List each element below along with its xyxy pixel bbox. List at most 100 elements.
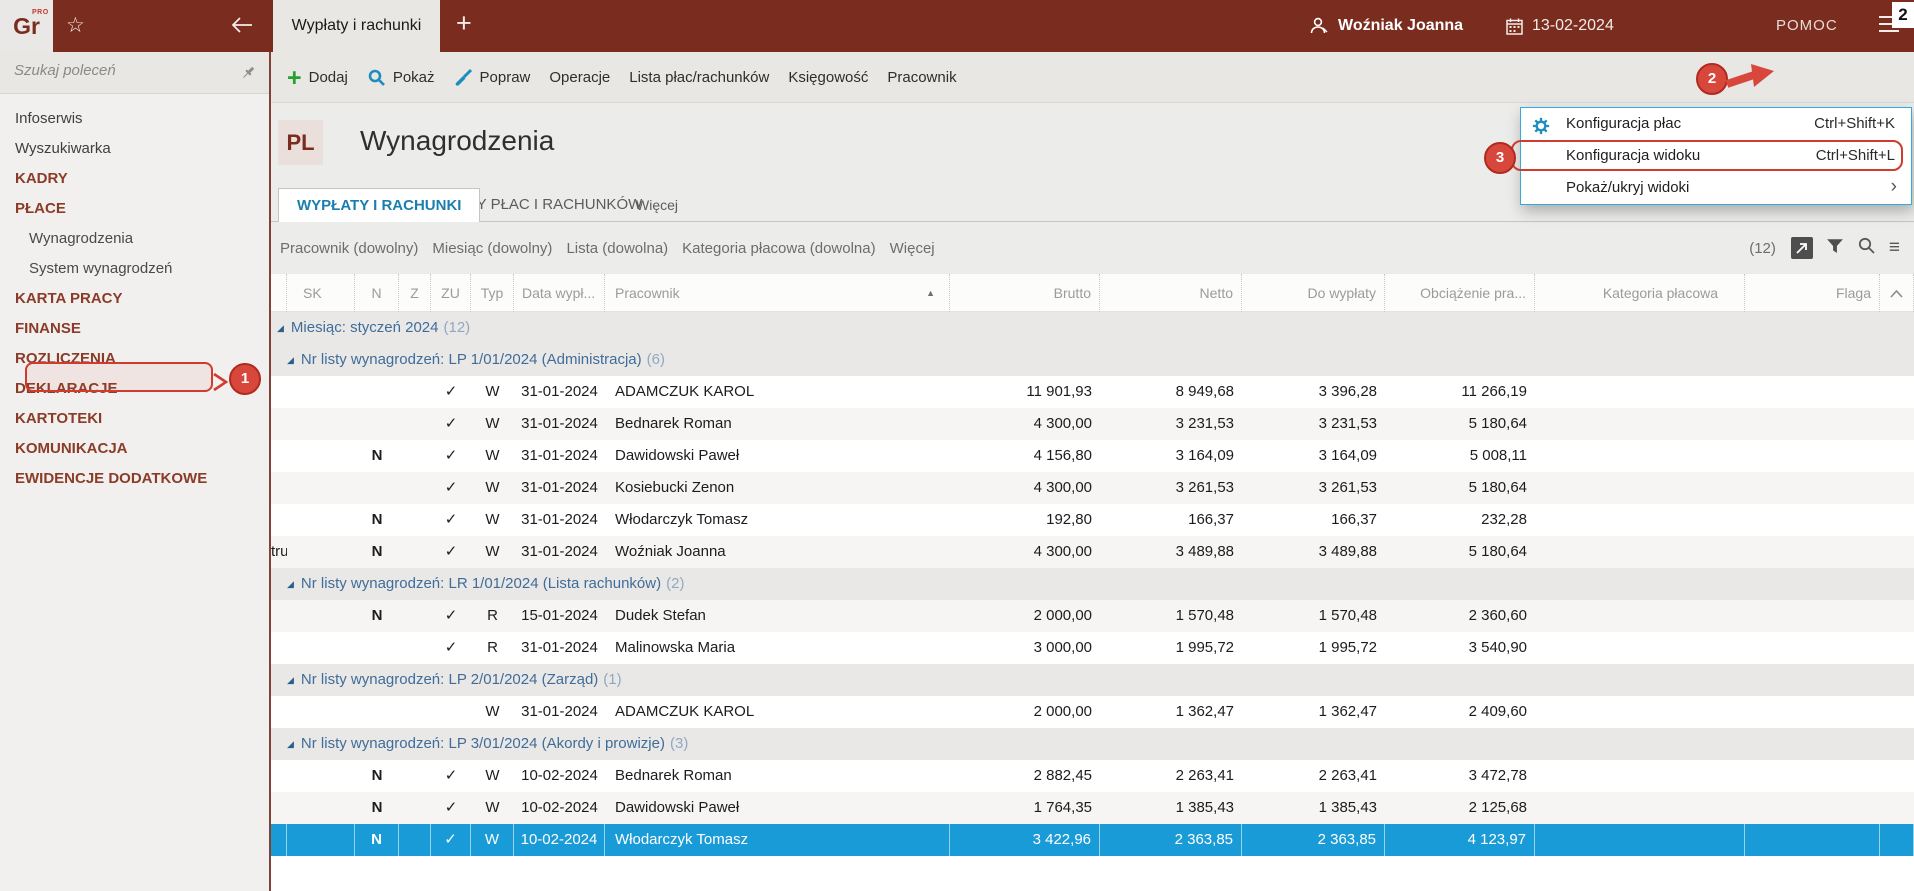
column-header-typ[interactable]: Typ bbox=[471, 274, 514, 312]
cell-n: N bbox=[355, 792, 399, 824]
column-header-obciazenie[interactable]: Obciążenie pra... bbox=[1385, 274, 1535, 312]
collapse-triangle-icon[interactable]: ◢ bbox=[287, 344, 294, 376]
cell-scroll bbox=[1880, 632, 1914, 664]
table-row-dudek-stefan[interactable]: N✓R15-01-2024Dudek Stefan2 000,001 570,4… bbox=[271, 600, 1914, 632]
toolbar-button-lista-płac-rachunków[interactable]: Lista płac/rachunków bbox=[629, 69, 769, 86]
table-row-włodarczyk-tomasz[interactable]: N✓W31-01-2024Włodarczyk Tomasz192,80166,… bbox=[271, 504, 1914, 536]
sidebar-item-kartoteki[interactable]: KARTOTEKI bbox=[0, 404, 269, 434]
column-header-scroll[interactable] bbox=[1880, 274, 1914, 312]
cell-kategoria bbox=[1535, 408, 1745, 440]
sidebar-item-wyszukiwarka[interactable]: Wyszukiwarka bbox=[0, 134, 269, 164]
pin-icon[interactable] bbox=[240, 64, 257, 86]
collapse-triangle-icon[interactable]: ◢ bbox=[287, 568, 294, 600]
collapse-triangle-icon[interactable]: ◢ bbox=[287, 728, 294, 760]
logo-pro-text: PRO bbox=[32, 9, 49, 16]
current-user[interactable]: Woźniak Joanna bbox=[1308, 0, 1463, 52]
toolbar-button-dodaj[interactable]: +Dodaj bbox=[287, 68, 348, 88]
window-tab-wyplaty[interactable]: Wypłaty i rachunki bbox=[273, 0, 440, 52]
column-header-sk[interactable]: SK bbox=[287, 274, 355, 312]
filter-1[interactable]: Miesiąc (dowolny) bbox=[432, 240, 552, 257]
help-menu[interactable]: POMOC bbox=[1776, 0, 1838, 52]
list-icon[interactable]: ≡ bbox=[1889, 237, 1900, 259]
sidebar-item-karta-pracy[interactable]: KARTA PRACY bbox=[0, 284, 269, 314]
sidebar-item-płace[interactable]: PŁACE bbox=[0, 194, 269, 224]
toolbar-button-popraw[interactable]: Popraw bbox=[454, 68, 531, 87]
toolbar-button-operacje[interactable]: Operacje bbox=[549, 69, 610, 86]
back-arrow-icon[interactable] bbox=[230, 15, 254, 40]
table-row-dawidowski-paweł[interactable]: N✓W31-01-2024Dawidowski Paweł4 156,803 1… bbox=[271, 440, 1914, 472]
table-row-bednarek-roman[interactable]: N✓W10-02-2024Bednarek Roman2 882,452 263… bbox=[271, 760, 1914, 792]
sidebar-item-ewidencje-dodatkowe[interactable]: EWIDENCJE DODATKOWE bbox=[0, 464, 269, 494]
group-row[interactable]: ◢Nr listy wynagrodzeń: LP 2/01/2024 (Zar… bbox=[271, 664, 1914, 696]
filter-4[interactable]: Więcej bbox=[890, 240, 935, 257]
table-row-dawidowski-paweł[interactable]: N✓W10-02-2024Dawidowski Paweł1 764,351 3… bbox=[271, 792, 1914, 824]
group-row[interactable]: ◢Nr listy wynagrodzeń: LP 3/01/2024 (Ako… bbox=[271, 728, 1914, 760]
sidebar-item-infoserwis[interactable]: Infoserwis bbox=[0, 104, 269, 134]
toolbar-button-pokaż[interactable]: Pokaż bbox=[367, 68, 435, 87]
toolbar-button-księgowość[interactable]: Księgowość bbox=[788, 69, 868, 86]
cell-scroll bbox=[1880, 600, 1914, 632]
new-tab-button[interactable]: + bbox=[456, 8, 472, 39]
star-icon[interactable]: ☆ bbox=[66, 13, 85, 39]
column-header-brutto[interactable]: Brutto bbox=[950, 274, 1100, 312]
table-row-włodarczyk-tomasz[interactable]: N✓W10-02-2024Włodarczyk Tomasz3 422,962 … bbox=[271, 824, 1914, 856]
table-row-adamczuk-karol[interactable]: W31-01-2024ADAMCZUK KAROL2 000,001 362,4… bbox=[271, 696, 1914, 728]
export-icon[interactable] bbox=[1791, 237, 1813, 259]
filter-0[interactable]: Pracownik (dowolny) bbox=[280, 240, 418, 257]
column-header-netto[interactable]: Netto bbox=[1100, 274, 1242, 312]
annotation-step3-box bbox=[1511, 140, 1903, 171]
collapse-triangle-icon[interactable]: ◢ bbox=[287, 664, 294, 696]
cell-flaga bbox=[1745, 824, 1880, 856]
filter-3[interactable]: Kategoria płacowa (dowolna) bbox=[682, 240, 875, 257]
sidebar-item-finanse[interactable]: FINANSE bbox=[0, 314, 269, 344]
group-row[interactable]: ◢Nr listy wynagrodzeń: LP 1/01/2024 (Adm… bbox=[271, 344, 1914, 376]
cell-marker bbox=[271, 440, 287, 472]
cell-sk bbox=[287, 376, 355, 408]
table-row-woźniak-joanna[interactable]: trueN✓W31-01-2024Woźniak Joanna4 300,003… bbox=[271, 536, 1914, 568]
group-row[interactable]: ◢Miesiąc: styczeń 2024(12) bbox=[271, 312, 1914, 344]
cell-kategoria bbox=[1535, 600, 1745, 632]
search-icon[interactable] bbox=[1857, 236, 1876, 260]
table-row-malinowska-maria[interactable]: ✓R31-01-2024Malinowska Maria3 000,001 99… bbox=[271, 632, 1914, 664]
column-header-zu[interactable]: ZU bbox=[431, 274, 471, 312]
cell-data: 10-02-2024 bbox=[514, 760, 605, 792]
table-row-adamczuk-karol[interactable]: ✓W31-01-2024ADAMCZUK KAROL11 901,938 949… bbox=[271, 376, 1914, 408]
filter-icon[interactable] bbox=[1826, 238, 1844, 259]
tab-wypłaty-i-rachunki[interactable]: WYPŁATY I RACHUNKI bbox=[278, 188, 480, 222]
collapse-chevron-icon[interactable] bbox=[1890, 289, 1903, 299]
group-label: Nr listy wynagrodzeń: LP 1/01/2024 (Admi… bbox=[301, 344, 642, 376]
collapse-triangle-icon[interactable]: ◢ bbox=[277, 312, 284, 344]
column-header-z[interactable]: Z bbox=[399, 274, 431, 312]
group-count: (12) bbox=[444, 312, 471, 344]
column-header-kategoria[interactable]: Kategoria płacowa bbox=[1535, 274, 1745, 312]
tab-więcej[interactable]: Więcej bbox=[636, 188, 678, 222]
column-header-n[interactable]: N bbox=[355, 274, 399, 312]
search-input[interactable]: Szukaj poleceń bbox=[14, 62, 116, 79]
check-icon: ✓ bbox=[431, 760, 471, 792]
table-row-kosiebucki-zenon[interactable]: ✓W31-01-2024Kosiebucki Zenon4 300,003 26… bbox=[271, 472, 1914, 504]
group-row[interactable]: ◢Nr listy wynagrodzeń: LR 1/01/2024 (Lis… bbox=[271, 568, 1914, 600]
sidebar-item-kadry[interactable]: KADRY bbox=[0, 164, 269, 194]
column-header-do_wyplaty[interactable]: Do wypłaty bbox=[1242, 274, 1385, 312]
column-header-flaga[interactable]: Flaga bbox=[1745, 274, 1880, 312]
cell-typ: W bbox=[471, 440, 514, 472]
toolbar-button-pracownik[interactable]: Pracownik bbox=[887, 69, 956, 86]
sidebar-item-wynagrodzenia[interactable]: Wynagrodzenia bbox=[0, 224, 269, 254]
column-header-marker[interactable] bbox=[271, 274, 287, 312]
column-header-data[interactable]: Data wypł... bbox=[514, 274, 605, 312]
cell-do_wyplaty: 1 385,43 bbox=[1242, 792, 1385, 824]
sidebar-item-system-wynagrodzeń[interactable]: System wynagrodzeń bbox=[0, 254, 269, 284]
filter-2[interactable]: Lista (dowolna) bbox=[566, 240, 668, 257]
menu-item-konfiguracja-płac[interactable]: Konfiguracja płacCtrl+Shift+K bbox=[1521, 108, 1911, 140]
user-name: Woźniak Joanna bbox=[1338, 17, 1463, 35]
table-row-bednarek-roman[interactable]: ✓W31-01-2024Bednarek Roman4 300,003 231,… bbox=[271, 408, 1914, 440]
cell-brutto: 4 300,00 bbox=[950, 408, 1100, 440]
column-header-pracownik[interactable]: Pracownik▲ bbox=[605, 274, 950, 312]
app-date[interactable]: 13-02-2024 bbox=[1505, 0, 1614, 52]
cell-scroll bbox=[1880, 536, 1914, 568]
cell-data: 31-01-2024 bbox=[514, 472, 605, 504]
menu-item-pokaż-ukryj-widoki[interactable]: Pokaż/ukryj widoki› bbox=[1521, 172, 1911, 204]
sidebar-item-komunikacja[interactable]: KOMUNIKACJA bbox=[0, 434, 269, 464]
check-icon: ✓ bbox=[431, 600, 471, 632]
toolbar-button-label: Operacje bbox=[549, 69, 610, 86]
